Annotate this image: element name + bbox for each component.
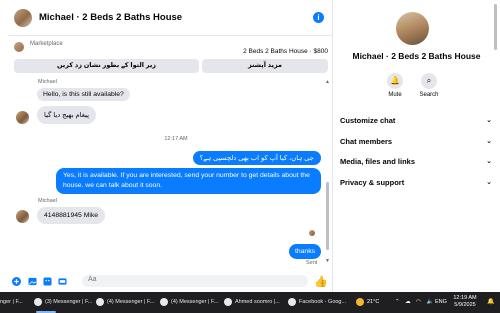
chevron-down-icon: ⌄: [486, 138, 492, 145]
cloud-icon[interactable]: ☁: [405, 299, 411, 305]
wifi-icon[interactable]: ◠: [416, 299, 421, 305]
chrome-icon: [34, 297, 42, 306]
menu-label: Customize chat: [340, 116, 396, 125]
chrome-icon: [224, 297, 232, 306]
incoming-message[interactable]: پیغام بھیج دیا گیا: [37, 106, 96, 124]
messenger-window: Michael · 2 Beds 2 Baths House i Marketp…: [0, 0, 500, 292]
menu-label: Media, files and links: [340, 157, 416, 166]
listing-thumbnail: [14, 42, 24, 52]
info-scrollbar[interactable]: [494, 4, 498, 288]
outgoing-message[interactable]: Yes, it is available. If you are interes…: [56, 168, 321, 194]
add-icon[interactable]: [12, 277, 21, 286]
menu-chat-members[interactable]: Chat members ⌄: [340, 137, 492, 149]
conversation-info-panel: Michael · 2 Beds 2 Baths House 🔔 Mute ⌕ …: [333, 0, 500, 292]
chevron-down-icon: ⌄: [486, 179, 492, 186]
menu-label: Privacy & support: [340, 178, 405, 187]
bell-icon[interactable]: 🔔: [387, 73, 403, 89]
clock-date: 5/9/2025: [454, 302, 476, 308]
menu-customize-chat[interactable]: Customize chat ⌄: [340, 116, 492, 128]
volume-icon[interactable]: 🔈: [427, 299, 434, 305]
chat-panel: Michael · 2 Beds 2 Baths House i Marketp…: [8, 0, 379, 292]
contact-avatar[interactable]: [14, 8, 32, 27]
incoming-message[interactable]: 4148881945 Mike: [37, 207, 106, 224]
language-indicator[interactable]: ENG: [435, 292, 447, 313]
message-sender: Michael: [38, 198, 57, 204]
search-button[interactable]: ⌕ Search: [417, 73, 441, 98]
taskbar-app-ahmed[interactable]: Ahmed soomro |...: [224, 295, 280, 310]
chat-header: Michael · 2 Beds 2 Baths House i: [8, 0, 332, 36]
chevron-down-icon: ⌄: [486, 158, 492, 165]
incoming-message[interactable]: Hello, is this still available?: [37, 88, 130, 101]
system-clock[interactable]: 12:19 AM 5/9/2025: [448, 295, 482, 309]
scroll-up-arrow-icon[interactable]: ▲: [325, 79, 330, 85]
taskbar-app-messenger[interactable]: (4) Messenger | F...: [96, 295, 154, 310]
taskbar-label: nger | F...: [0, 299, 23, 305]
taskbar-app-messenger[interactable]: (4) Messenger | F...: [160, 295, 218, 310]
message-timestamp: 12:17 AM: [164, 136, 188, 142]
listing-title-price[interactable]: 2 Beds 2 Baths House · $800: [243, 48, 328, 55]
chevron-down-icon: ⌄: [486, 117, 492, 124]
search-label: Search: [419, 92, 439, 98]
taskbar-app-messenger[interactable]: (3) Messenger | F...: [34, 295, 92, 310]
info-scroll-thumb[interactable]: [494, 4, 497, 50]
search-icon[interactable]: ⌕: [421, 73, 437, 89]
windows-taskbar: nger | F... (3) Messenger | F... (4) Mes…: [0, 292, 500, 313]
scroll-thumb[interactable]: [326, 182, 329, 250]
scroll-down-arrow-icon[interactable]: ▼: [325, 258, 330, 264]
like-thumbs-up-icon[interactable]: 👍: [314, 275, 328, 288]
tray-icons[interactable]: ⌃ ☁ ◠ 🔈: [395, 292, 433, 313]
chrome-icon: [160, 297, 168, 306]
mark-as-pending-button[interactable]: زیر التوا کے بطور نشان زد کریں: [14, 59, 199, 73]
clock-time: 12:19 AM: [453, 295, 477, 301]
chrome-icon: [96, 297, 104, 306]
message-sender: Michael: [38, 79, 57, 85]
sticker-icon[interactable]: [43, 277, 52, 286]
taskbar-label: (3) Messenger | F...: [45, 299, 93, 305]
chat-title[interactable]: Michael · 2 Beds 2 Baths House: [39, 12, 182, 23]
message-input[interactable]: [82, 275, 379, 287]
mute-label: Mute: [388, 92, 402, 98]
info-icon[interactable]: i: [313, 12, 324, 23]
sender-avatar[interactable]: [16, 111, 29, 124]
gif-icon[interactable]: [58, 277, 67, 286]
photo-icon[interactable]: [28, 277, 37, 286]
message-text-field[interactable]: [88, 276, 288, 283]
marketplace-label: Marketplace: [30, 41, 63, 47]
read-receipt-avatar: [309, 230, 315, 236]
taskbar-app-facebook[interactable]: Facebook - Goog...: [288, 295, 346, 310]
menu-label: Chat members: [340, 137, 393, 146]
sent-status: Sent: [306, 260, 318, 266]
weather-temp: 21°C: [367, 299, 380, 305]
message-composer: 👍: [8, 270, 379, 292]
mute-button[interactable]: 🔔 Mute: [383, 73, 407, 98]
chat-scrollbar[interactable]: ▲ ▼: [325, 79, 330, 265]
more-options-button[interactable]: مزید آپشنز: [202, 59, 328, 73]
outgoing-message[interactable]: thanks: [288, 244, 321, 259]
menu-media-files-links[interactable]: Media, files and links ⌄: [340, 157, 492, 169]
outgoing-message[interactable]: جی ہاں، کیا آپ کو اب بھی دلچسپی ہے؟: [192, 151, 321, 165]
taskbar-label: Facebook - Goog...: [299, 299, 347, 305]
notification-bell-icon[interactable]: 🔔: [487, 292, 494, 313]
weather-widget[interactable]: 21°C: [356, 292, 379, 313]
marketplace-listing: Marketplace 2 Beds 2 Baths House · $800 …: [8, 36, 332, 78]
conversation-name: Michael · 2 Beds 2 Baths House: [352, 51, 481, 61]
chevron-up-icon[interactable]: ⌃: [395, 299, 400, 305]
sender-avatar[interactable]: [16, 210, 29, 223]
taskbar-label: (4) Messenger | F...: [107, 299, 155, 305]
taskbar-label: Ahmed soomro |...: [235, 299, 280, 305]
chrome-icon: [288, 297, 296, 306]
taskbar-app-messenger[interactable]: nger | F...: [0, 295, 23, 310]
menu-privacy-support[interactable]: Privacy & support ⌄: [340, 178, 492, 190]
taskbar-label: (4) Messenger | F...: [171, 299, 219, 305]
message-list: Michael Hello, is this still available? …: [8, 79, 332, 267]
profile-avatar[interactable]: [396, 12, 429, 45]
weather-sun-icon: [356, 297, 364, 306]
